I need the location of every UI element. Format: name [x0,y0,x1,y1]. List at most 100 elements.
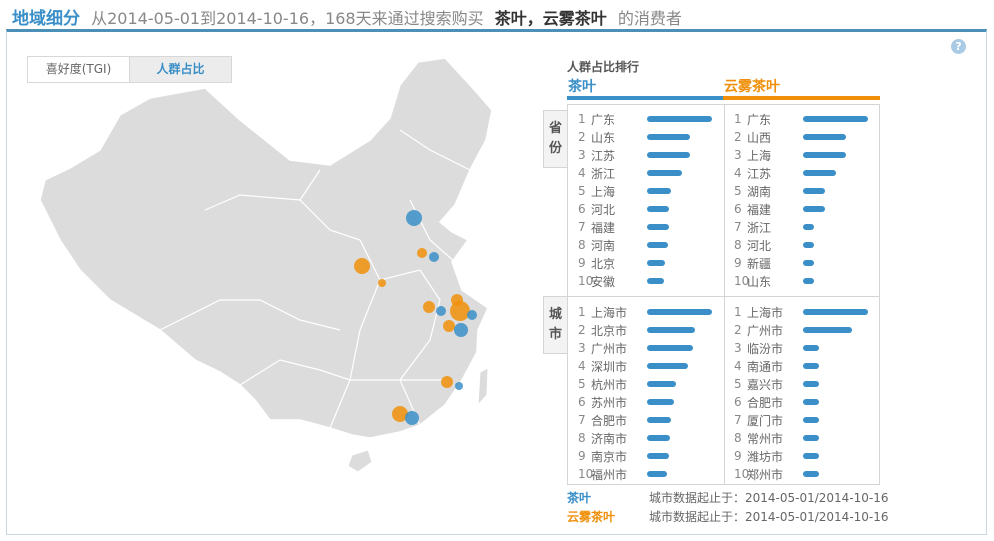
region-name: 河北 [591,202,616,217]
region-name: 浙江 [591,166,616,181]
region-name: 济南市 [591,431,628,446]
ranking-row: 5 嘉兴市 [734,375,868,393]
share-bar [803,170,837,176]
share-bar [803,471,820,477]
region-name: 河南 [591,238,616,253]
ranking-row: 10 山东 [734,272,868,290]
ranking-row: 3 临汾市 [734,339,868,357]
region-name: 合肥市 [747,395,784,410]
region-name: 浙江 [747,220,772,235]
map-bubble[interactable] [429,252,439,262]
map-bubble[interactable] [378,279,386,287]
map-bubble[interactable] [406,210,422,226]
map-bubble[interactable] [441,376,453,388]
map-bubble[interactable] [423,301,435,313]
ranking-title: 人群占比排行 [567,60,640,74]
footer-series-label: 茶叶 [567,491,592,505]
rank-number: 3 [578,341,586,355]
ranking-row: 6 合肥市 [734,393,868,411]
map-bubble[interactable] [354,258,370,274]
ranking-row: 8 济南市 [578,429,712,447]
region-name: 南京市 [591,449,628,464]
city-list-series2: 1 上海市 2 广州市 3 临汾市 4 南通市 5 嘉兴市 6 合肥市 7 厦门市 8 常州市 9 潍坊市 10 郑州… [734,303,868,483]
rank-number: 8 [734,238,742,252]
share-bar [803,381,820,387]
ranking-row: 4 南通市 [734,357,868,375]
ranking-row: 5 湖南 [734,182,868,200]
share-bar [803,345,820,351]
share-bar [803,309,868,315]
region-name: 新疆 [747,256,772,271]
series1-header: 茶叶 [568,79,596,95]
rank-number: 10 [734,274,750,288]
rank-number: 6 [578,395,586,409]
region-name: 福州市 [591,467,628,482]
share-bar [647,381,677,387]
share-bar [803,399,820,405]
map-bubble[interactable] [417,248,427,258]
rank-number: 3 [734,341,742,355]
rank-number: 5 [734,184,742,198]
rank-number: 5 [578,184,586,198]
map-bubble[interactable] [467,310,477,320]
share-bar [647,453,670,459]
share-bar [647,242,668,248]
footer-series-label: 云雾茶叶 [567,510,616,524]
ranking-row: 4 浙江 [578,164,712,182]
ranking-row: 7 浙江 [734,218,868,236]
city-tab[interactable]: 城市 [543,296,567,354]
region-name: 嘉兴市 [747,377,784,392]
ranking-row: 6 河北 [578,200,712,218]
map-bubble[interactable] [450,301,470,321]
rank-number: 9 [734,256,742,270]
region-name: 广州市 [591,341,628,356]
ranking-row: 2 北京市 [578,321,712,339]
ranking-row: 9 北京 [578,254,712,272]
city-list-series1: 1 上海市 2 北京市 3 广州市 4 深圳市 5 杭州市 6 苏州市 7 合肥市 8 济南市 9 南京市 10 福州… [578,303,712,483]
map-bubble[interactable] [436,306,446,316]
ranking-row: 9 新疆 [734,254,868,272]
share-bar [647,260,666,266]
rank-number: 6 [734,202,742,216]
region-name: 湖南 [747,184,772,199]
rank-number: 2 [734,130,742,144]
map-bubble[interactable] [455,382,463,390]
rank-number: 6 [734,395,742,409]
ranking-row: 8 河南 [578,236,712,254]
footer-date-text: 城市数据起止于：2014-05-01/2014-10-16 [649,510,889,524]
share-bar [803,453,820,459]
rank-number: 5 [734,377,742,391]
ranking-row: 6 苏州市 [578,393,712,411]
ranking-row: 2 山东 [578,128,712,146]
rank-number: 9 [578,449,586,463]
hainan-island [347,449,373,473]
share-bar [803,134,846,140]
ranking-row: 7 厦门市 [734,411,868,429]
province-tab[interactable]: 省份 [543,110,567,168]
rank-number: 8 [578,238,586,252]
map-bubble[interactable] [454,323,468,337]
ranking-row: 4 江苏 [734,164,868,182]
share-bar [803,363,820,369]
ranking-row: 9 南京市 [578,447,712,465]
rank-number: 10 [578,467,594,481]
ranking-row: 3 江苏 [578,146,712,164]
region-name: 上海 [747,148,772,163]
share-bar [803,152,846,158]
share-bar [647,363,688,369]
region-name: 上海 [591,184,616,199]
rank-number: 8 [734,431,742,445]
map-bubble[interactable] [443,320,455,332]
region-name: 广东 [591,112,616,127]
rank-number: 4 [734,166,742,180]
rank-number: 2 [578,323,586,337]
region-name: 上海市 [591,305,628,320]
region-name: 广州市 [747,323,784,338]
map-bubble[interactable] [405,411,419,425]
rank-number: 6 [578,202,586,216]
region-name: 广东 [747,112,772,127]
ranking-row: 3 广州市 [578,339,712,357]
rank-number: 3 [734,148,742,162]
ranking-row: 1 上海市 [578,303,712,321]
ranking-row: 5 杭州市 [578,375,712,393]
